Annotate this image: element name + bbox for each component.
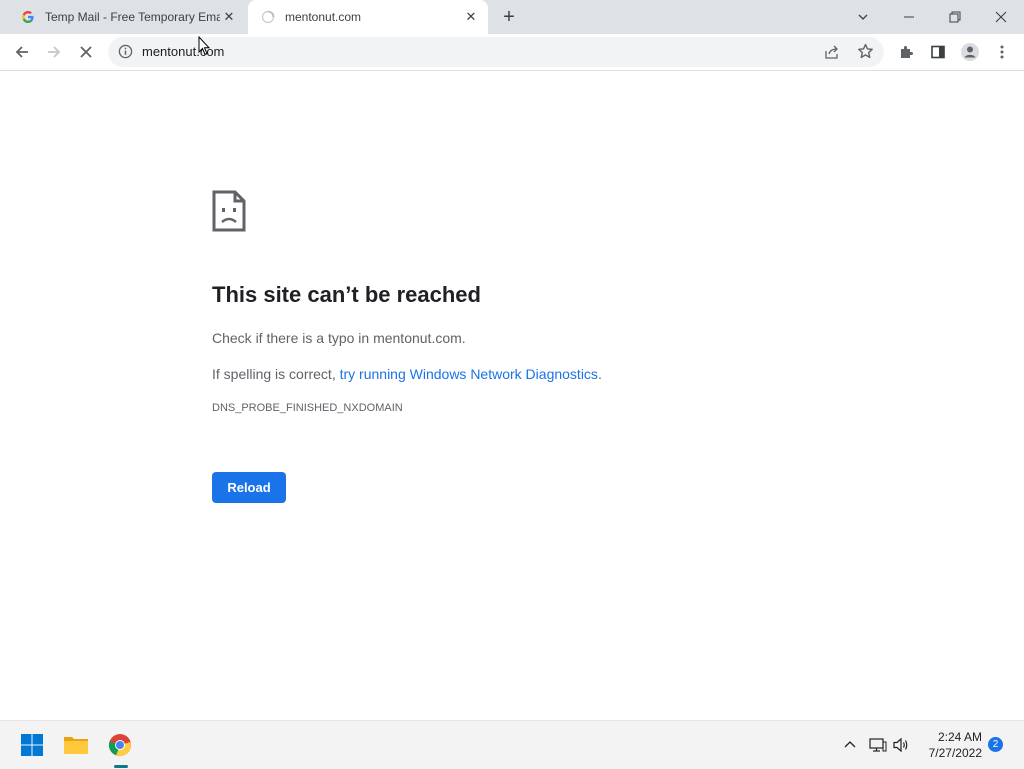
menu-kebab-icon[interactable] <box>988 38 1016 66</box>
network-icon[interactable] <box>866 733 890 757</box>
tab-temp-mail[interactable]: Temp Mail - Free Temporary Ema ✕ <box>8 0 246 34</box>
minimize-button[interactable] <box>886 0 932 34</box>
forward-button[interactable] <box>40 38 68 66</box>
error-code: DNS_PROBE_FINISHED_NXDOMAIN <box>212 402 403 414</box>
new-tab-button[interactable]: + <box>498 6 520 28</box>
google-icon <box>20 9 36 25</box>
tab-search-button[interactable] <box>840 0 886 34</box>
file-explorer-icon[interactable] <box>60 729 92 761</box>
error-typo-hint: Check if there is a typo in mentonut.com… <box>212 330 466 346</box>
mouse-cursor-icon <box>198 35 211 61</box>
clock-time: 2:24 AM <box>937 730 982 744</box>
site-info-icon[interactable] <box>118 44 133 64</box>
close-tab-icon[interactable]: ✕ <box>462 8 480 26</box>
url-text: mentonut.com <box>142 44 225 59</box>
volume-icon[interactable] <box>890 733 914 757</box>
error-page: This site can’t be reached Check if ther… <box>212 190 812 503</box>
extensions-puzzle-icon[interactable] <box>892 38 920 66</box>
notification-badge[interactable]: 2 <box>988 737 1003 752</box>
browser-toolbar: mentonut.com <box>0 34 1024 71</box>
chrome-icon[interactable] <box>104 729 136 761</box>
close-window-button[interactable] <box>978 0 1024 34</box>
tab-strip: Temp Mail - Free Temporary Ema ✕ mentonu… <box>0 0 1024 34</box>
tab-title: mentonut.com <box>285 10 362 24</box>
diagnostics-prefix: If spelling is correct, <box>212 366 340 382</box>
tab-title: Temp Mail - Free Temporary Ema <box>45 10 220 24</box>
clock-date: 7/27/2022 <box>928 746 982 760</box>
close-tab-icon[interactable]: ✕ <box>220 8 238 26</box>
reload-button[interactable]: Reload <box>212 472 286 503</box>
diagnostics-suffix: . <box>597 366 602 382</box>
network-diagnostics-link[interactable]: try running Windows Network Diagnostics <box>340 366 598 382</box>
side-panel-icon[interactable] <box>924 38 952 66</box>
loading-spinner-icon <box>260 9 276 25</box>
error-diagnostics-hint: If spelling is correct, try running Wind… <box>212 366 812 382</box>
taskbar: 2:24 AM 7/27/2022 2 <box>0 720 1024 769</box>
show-hidden-icons-chevron-icon[interactable] <box>838 733 862 757</box>
tab-mentonut[interactable]: mentonut.com ✕ <box>248 0 488 34</box>
sad-page-icon <box>212 190 246 232</box>
profile-avatar-icon[interactable] <box>956 38 984 66</box>
stop-loading-button[interactable] <box>72 38 100 66</box>
error-headline: This site can’t be reached <box>212 282 481 307</box>
clock[interactable]: 2:24 AM 7/27/2022 <box>918 729 982 761</box>
restore-button[interactable] <box>932 0 978 34</box>
windows-start-icon[interactable] <box>16 729 48 761</box>
back-button[interactable] <box>8 38 36 66</box>
bookmark-star-icon[interactable] <box>857 43 874 65</box>
share-icon[interactable] <box>824 44 840 65</box>
omnibox[interactable]: mentonut.com <box>108 37 884 67</box>
